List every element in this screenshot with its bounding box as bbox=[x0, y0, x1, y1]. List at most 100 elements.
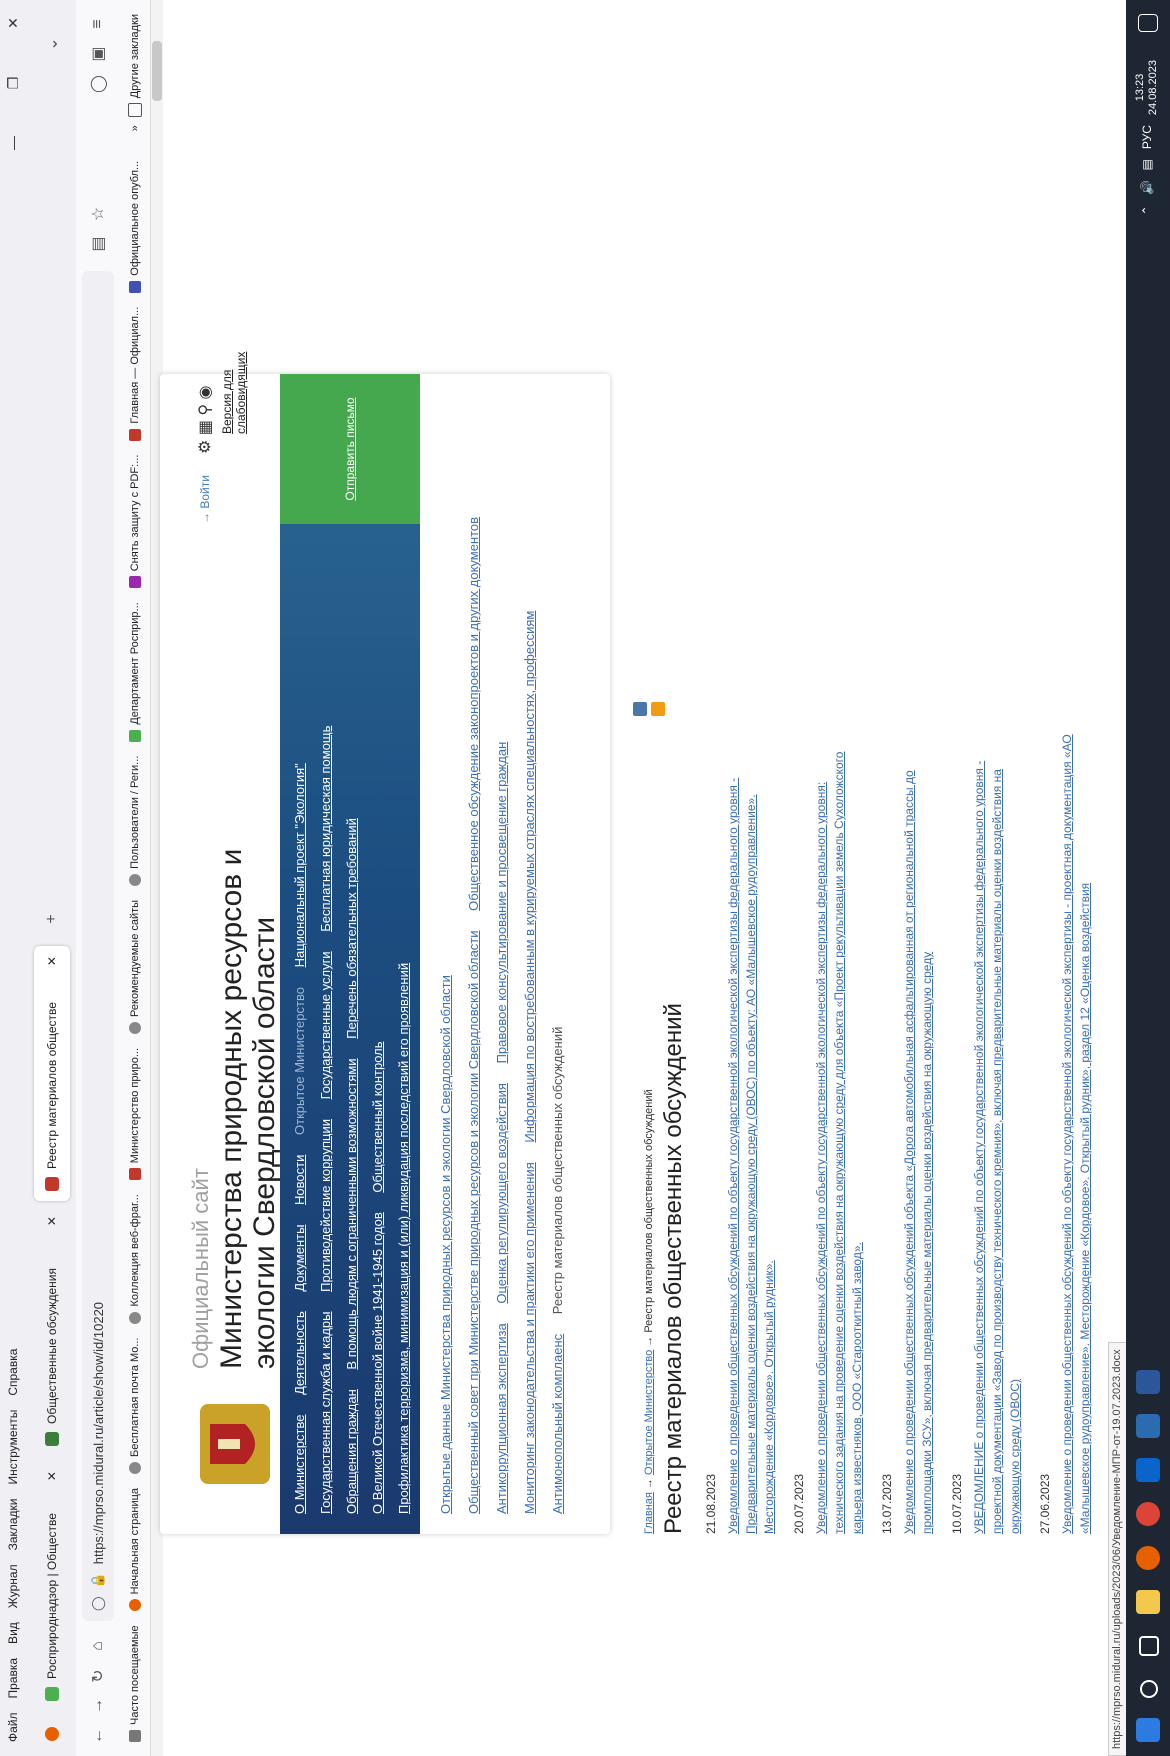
menu-hamburger-icon[interactable]: ≡ bbox=[86, 12, 110, 36]
document-link[interactable]: Уведомление о проведении общественных об… bbox=[812, 734, 866, 1534]
lock-icon[interactable]: 🔒 bbox=[90, 1572, 106, 1588]
chrome-icon[interactable] bbox=[1136, 1502, 1160, 1526]
tab-public-discussions[interactable]: Общественные обсуждения ✕ bbox=[34, 1206, 70, 1456]
nav-civil-service[interactable]: Государственная служба и кадры bbox=[318, 1312, 333, 1515]
link-antimonopoly[interactable]: Антимонопольный комплаенс bbox=[550, 1334, 565, 1514]
bookmark-item[interactable]: Департамент Росприр... bbox=[129, 602, 141, 742]
clock[interactable]: 13:23 24.08.2023 bbox=[1134, 60, 1160, 115]
document-link[interactable]: УВЕДОМЛЕНИЕ о проведении общественных об… bbox=[970, 734, 1024, 1534]
nav-news[interactable]: Новости bbox=[292, 1155, 307, 1205]
bookmark-item[interactable]: Министерство приро... bbox=[129, 1048, 141, 1181]
windows-start-icon[interactable] bbox=[1136, 1718, 1160, 1742]
volume-icon[interactable]: 🔊 bbox=[1140, 180, 1154, 195]
bookmark-item[interactable]: Начальная страница bbox=[129, 1488, 141, 1612]
minimize-icon[interactable]: — bbox=[0, 120, 26, 166]
tab-rosprirodnadzor[interactable]: Росприроднадзор | Обществе ✕ bbox=[34, 1461, 70, 1711]
bookmark-item[interactable]: Пользователи / Реги... bbox=[129, 756, 141, 886]
scrollbar-thumb[interactable] bbox=[152, 41, 162, 101]
reload-icon[interactable]: ↻ bbox=[86, 1664, 110, 1688]
bookmark-star-icon[interactable]: ☆ bbox=[86, 202, 110, 226]
nav-appeals[interactable]: Обращения граждан bbox=[344, 1389, 359, 1514]
address-bar[interactable]: ◯ 🔒 https://mprso.midural.ru/article/sho… bbox=[82, 271, 114, 1621]
nav-terrorism[interactable]: Профилактика терроризма, минимизация и (… bbox=[396, 963, 411, 1514]
link-anticorruption-expertise[interactable]: Антикоррупционная экспертиза bbox=[494, 1323, 509, 1514]
nav-public-control[interactable]: Общественный контроль bbox=[370, 1042, 385, 1193]
nav-activity[interactable]: Деятельность bbox=[292, 1311, 307, 1395]
close-tab-icon[interactable]: ✕ bbox=[45, 956, 59, 972]
network-icon[interactable]: ▤ bbox=[1140, 159, 1154, 170]
link-legal-consulting[interactable]: Правовое консультирование и просвещение … bbox=[494, 742, 509, 1064]
bookmark-item[interactable]: Главная — Официал... bbox=[129, 307, 141, 441]
link-regulatory-impact[interactable]: Оценка регулирующего воздействия bbox=[494, 1083, 509, 1304]
nav-documents[interactable]: Документы bbox=[292, 1225, 307, 1292]
chevron-up-icon[interactable]: ⌃ bbox=[1140, 205, 1154, 215]
breadcrumb-section[interactable]: Открытое Министерство bbox=[643, 1350, 655, 1475]
nav-anticorruption[interactable]: Противодействие коррупции bbox=[318, 1119, 333, 1292]
nav-requirements[interactable]: Перечень обязательных требований bbox=[344, 818, 359, 1039]
word-icon[interactable] bbox=[1136, 1370, 1160, 1394]
menu-help[interactable]: Справка bbox=[6, 1349, 20, 1396]
bookmark-item[interactable]: Бесплатная почта Mo... bbox=[129, 1338, 141, 1474]
menu-file[interactable]: Файл bbox=[6, 1712, 20, 1742]
link-professions[interactable]: Информация по востребованным в курируемы… bbox=[522, 611, 537, 1143]
link-law-monitoring[interactable]: Мониторинг законодательства и практики е… bbox=[522, 1162, 537, 1514]
bookmark-item[interactable]: Часто посещаемые bbox=[129, 1625, 141, 1742]
notifications-icon[interactable] bbox=[1138, 14, 1158, 32]
forward-icon[interactable]: → bbox=[86, 1694, 110, 1718]
new-tab-icon[interactable]: + bbox=[40, 907, 64, 931]
menu-bookmarks[interactable]: Закладки bbox=[6, 1498, 20, 1550]
nav-services[interactable]: Государственные услуги bbox=[318, 951, 333, 1099]
chevron-down-icon[interactable]: ⌄ bbox=[40, 32, 64, 56]
search-icon[interactable]: ⚲ bbox=[197, 404, 214, 416]
home-icon[interactable]: ⌂ bbox=[86, 1634, 110, 1658]
close-tab-icon[interactable]: ✕ bbox=[45, 1471, 59, 1487]
breadcrumb-home[interactable]: Главная bbox=[643, 1492, 655, 1534]
link-open-data[interactable]: Открытые данные Министерства природных р… bbox=[438, 975, 453, 1514]
bookmark-item[interactable]: Рекомендуемые сайты bbox=[129, 900, 141, 1034]
close-icon[interactable]: ✕ bbox=[0, 0, 26, 46]
bookmark-item[interactable]: Официальное опубл... bbox=[129, 161, 141, 293]
eye-icon[interactable]: ◉ bbox=[197, 385, 214, 399]
bookmark-item[interactable]: Снять защиту с PDF:... bbox=[129, 455, 141, 589]
app-icon[interactable] bbox=[1136, 1414, 1160, 1438]
tab-registry[interactable]: Реестр материалов обществе ✕ bbox=[34, 946, 70, 1201]
bookmark-item[interactable]: Коллекция веб-фраг... bbox=[129, 1194, 141, 1324]
firefox-view-icon[interactable] bbox=[40, 1722, 64, 1746]
sitemap-icon[interactable]: ▦ bbox=[197, 420, 214, 435]
back-icon[interactable]: ← bbox=[86, 1724, 110, 1748]
nav-about[interactable]: О Министерстве bbox=[292, 1415, 307, 1514]
maximize-icon[interactable]: ❐ bbox=[0, 60, 26, 106]
other-bookmarks[interactable]: » Другие закладки bbox=[128, 14, 142, 131]
nav-disabilities[interactable]: В помощь людям с ограниченными возможнос… bbox=[344, 1058, 359, 1369]
link-public-council[interactable]: Общественный совет при Министерстве прир… bbox=[466, 930, 481, 1514]
close-tab-icon[interactable]: ✕ bbox=[45, 1216, 59, 1232]
document-link[interactable]: Уведомление о проведении общественных об… bbox=[1058, 734, 1094, 1534]
link-bill-discussion[interactable]: Общественное обсуждение законопроектов и… bbox=[466, 517, 481, 911]
vk-icon[interactable] bbox=[633, 702, 647, 716]
menu-tools[interactable]: Инструменты bbox=[6, 1410, 20, 1485]
pocket-icon[interactable]: ◯ bbox=[86, 72, 110, 96]
menu-edit[interactable]: Правка bbox=[6, 1658, 20, 1699]
search-icon[interactable] bbox=[1140, 1680, 1158, 1698]
document-link[interactable]: Уведомление о проведении общественных об… bbox=[724, 734, 778, 1534]
nav-war[interactable]: О Великой Отечественной войне 1941-1945 … bbox=[370, 1212, 385, 1514]
shield-icon[interactable]: ◯ bbox=[90, 1596, 106, 1611]
nav-open-ministry[interactable]: Открытое Министерство bbox=[292, 987, 307, 1135]
document-link[interactable]: Уведомление о проведении общественных об… bbox=[900, 734, 936, 1534]
language-indicator[interactable]: РУС bbox=[1140, 125, 1154, 149]
ok-icon[interactable] bbox=[651, 702, 665, 716]
menu-view[interactable]: Вид bbox=[6, 1622, 20, 1644]
nav-legal-aid[interactable]: Бесплатная юридическая помощь bbox=[318, 726, 333, 932]
nav-ecology[interactable]: Национальный проект "Экология" bbox=[292, 763, 307, 967]
send-letter-button[interactable]: Отправить письмо bbox=[280, 374, 420, 524]
settings-icon[interactable]: ⚙ bbox=[197, 440, 214, 454]
extensions-icon[interactable]: ▣ bbox=[86, 42, 110, 66]
low-vision-link[interactable]: Версия для слабовидящих bbox=[220, 352, 248, 434]
outlook-icon[interactable] bbox=[1136, 1458, 1160, 1482]
file-explorer-icon[interactable] bbox=[1136, 1590, 1160, 1614]
reader-view-icon[interactable]: ▤ bbox=[86, 232, 110, 256]
login-link[interactable]: → Войти bbox=[198, 475, 212, 524]
menu-history[interactable]: Журнал bbox=[6, 1564, 20, 1608]
firefox-icon[interactable] bbox=[1136, 1546, 1160, 1570]
task-view-icon[interactable] bbox=[1139, 1636, 1159, 1656]
